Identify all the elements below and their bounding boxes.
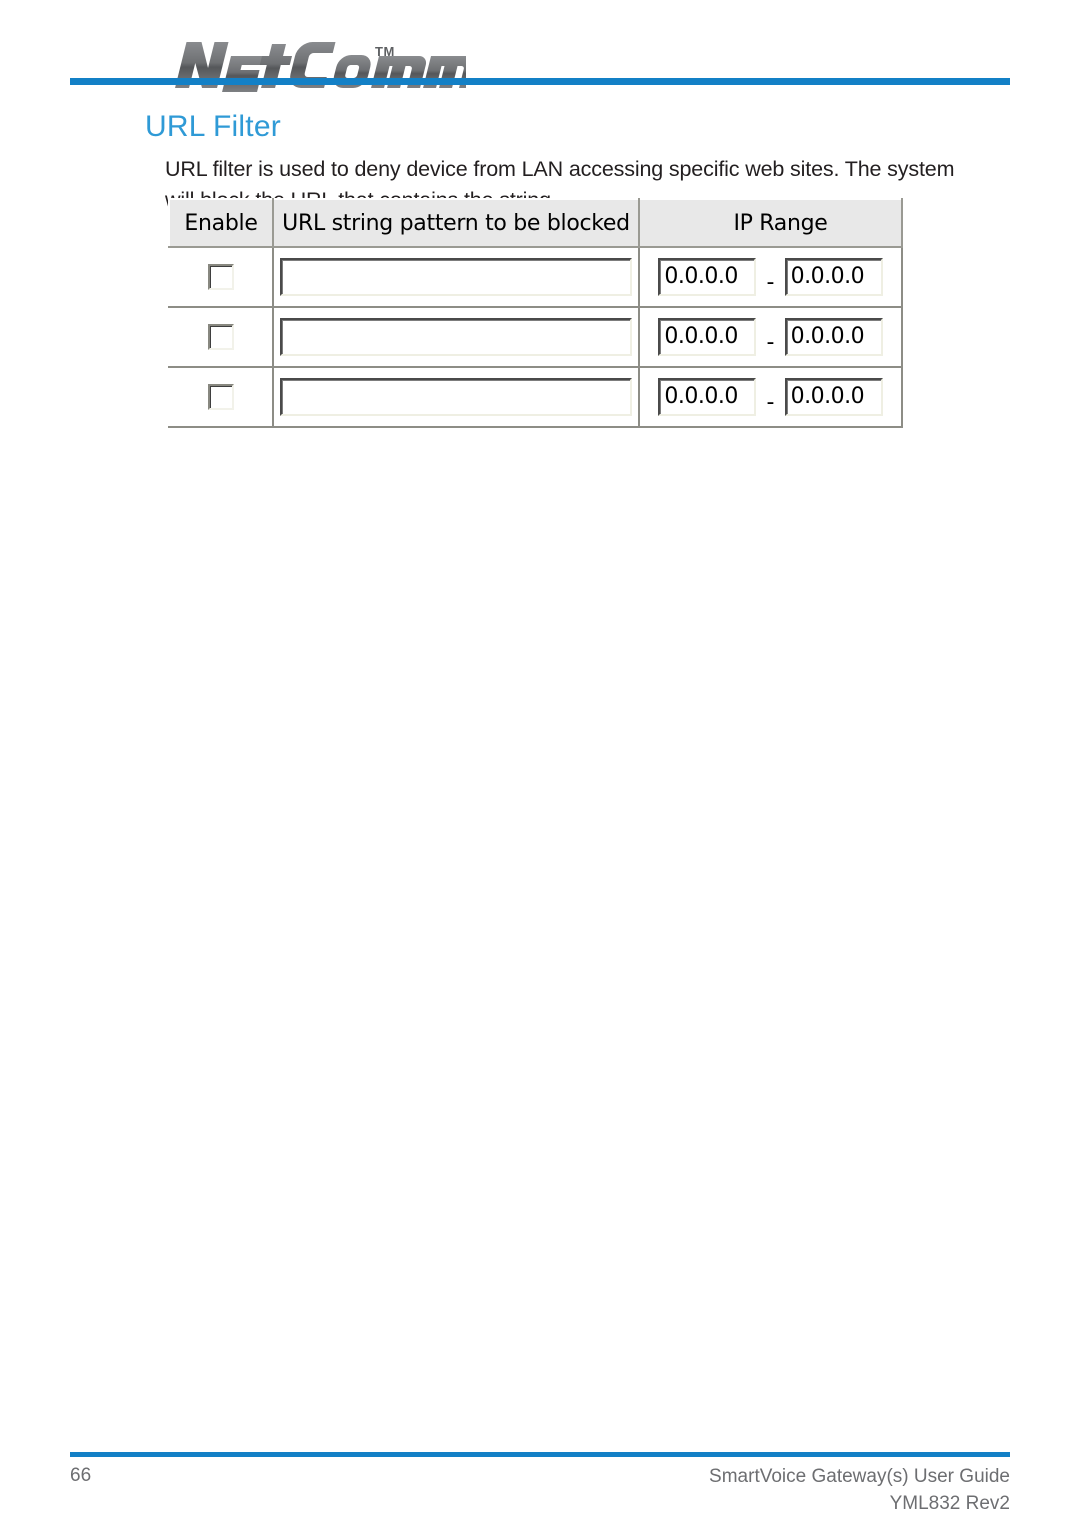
page-header: TM	[0, 0, 1080, 92]
url-pattern-input-1[interactable]	[280, 258, 632, 296]
enable-cell	[168, 306, 274, 368]
column-header-enable: Enable	[168, 198, 274, 248]
document-page: TM URL Filter URL filter is used to deny…	[0, 0, 1080, 1532]
table-row: 0.0.0.0 - 0.0.0.0	[168, 366, 903, 428]
ip-start-input-1[interactable]: 0.0.0.0	[658, 258, 757, 296]
column-header-ip-range: IP Range	[638, 198, 903, 248]
enable-checkbox-1[interactable]	[208, 264, 234, 290]
ip-end-input-2[interactable]: 0.0.0.0	[784, 318, 883, 356]
enable-checkbox-3[interactable]	[208, 384, 234, 410]
page-title: URL Filter	[145, 110, 281, 144]
netcomm-logo: TM	[83, 16, 466, 92]
ip-range-cell: 0.0.0.0 - 0.0.0.0	[638, 306, 903, 368]
ip-range-cell: 0.0.0.0 - 0.0.0.0	[638, 366, 903, 428]
enable-cell	[168, 366, 274, 428]
url-pattern-input-2[interactable]	[280, 318, 632, 356]
ip-end-input-1[interactable]: 0.0.0.0	[784, 258, 883, 296]
column-header-url-pattern: URL string pattern to be blocked	[272, 198, 640, 248]
ip-range-cell: 0.0.0.0 - 0.0.0.0	[638, 246, 903, 308]
ip-start-input-2[interactable]: 0.0.0.0	[658, 318, 757, 356]
ip-range-separator: -	[766, 269, 775, 295]
url-pattern-cell	[272, 306, 640, 368]
url-pattern-cell	[272, 246, 640, 308]
footer-doc-code: YML832 Rev2	[889, 1493, 1010, 1514]
url-filter-table: Enable URL string pattern to be blocked …	[168, 198, 903, 428]
footer-guide-title: SmartVoice Gateway(s) User Guide	[709, 1466, 1010, 1487]
ip-range-separator: -	[766, 329, 775, 355]
enable-checkbox-2[interactable]	[208, 324, 234, 350]
url-filter-form-screenshot: Enable URL string pattern to be blocked …	[168, 198, 903, 428]
table-header-row: Enable URL string pattern to be blocked …	[168, 198, 903, 248]
trademark-symbol: TM	[375, 44, 395, 59]
url-pattern-input-3[interactable]	[280, 378, 632, 416]
footer-document-info: SmartVoice Gateway(s) User Guide YML832 …	[709, 1463, 1010, 1517]
header-divider-rule	[70, 78, 1010, 85]
column-header-ip-range-label: IP Range	[733, 210, 828, 236]
footer-divider-rule	[70, 1452, 1010, 1457]
table-row: 0.0.0.0 - 0.0.0.0	[168, 306, 903, 368]
ip-end-input-3[interactable]: 0.0.0.0	[784, 378, 883, 416]
url-pattern-cell	[272, 366, 640, 428]
ip-start-input-3[interactable]: 0.0.0.0	[658, 378, 757, 416]
enable-cell	[168, 246, 274, 308]
netcomm-logo-icon	[175, 42, 466, 92]
ip-range-separator: -	[766, 389, 775, 415]
page-number: 66	[70, 1465, 92, 1486]
table-row: 0.0.0.0 - 0.0.0.0	[168, 246, 903, 308]
